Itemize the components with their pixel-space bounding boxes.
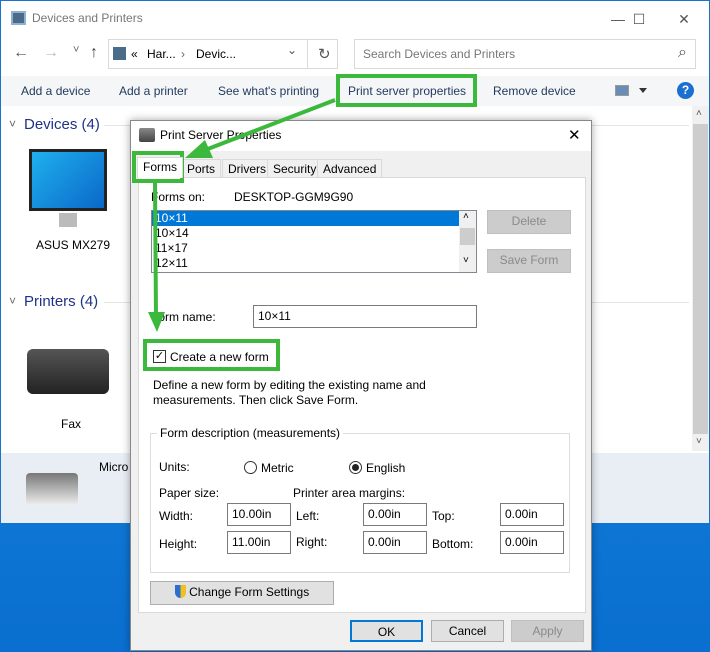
highlight-create-new-form [143,339,280,371]
arrowhead [148,312,165,332]
tab-forms[interactable]: Forms [137,157,183,178]
annotation-arrow [199,98,336,154]
arrowhead [185,140,213,158]
highlight-print-server-properties [336,74,477,107]
annotation-arrow [153,181,158,319]
annotation-overlay [132,74,477,371]
